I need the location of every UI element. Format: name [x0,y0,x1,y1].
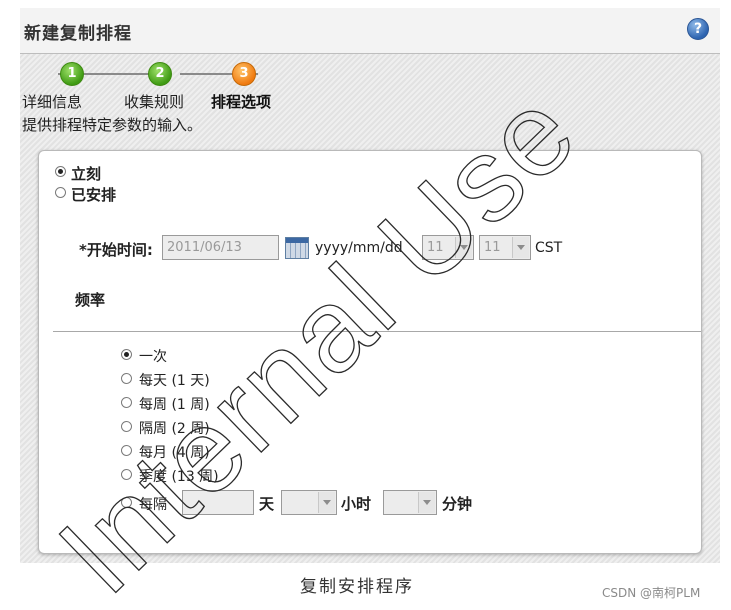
custom-days-input[interactable] [182,490,254,515]
frequency-option-label: 每天 (1 天) [139,373,210,389]
hour-select[interactable]: 11 [422,235,474,260]
frequency-custom-radio[interactable] [121,497,132,508]
chevron-down-icon [418,492,435,513]
custom-hours-select[interactable] [281,490,337,515]
scheduled-label: 已安排 [71,186,117,204]
start-time-label: *开始时间: [79,241,153,259]
minute-select[interactable]: 11 [479,235,531,260]
schedule-dialog: 新建复制排程 ? 1 2 3 详细信息 收集规则 排程选项 提供排程特定参数的输… [20,8,720,563]
schedule-options-panel: 立刻 已安排 *开始时间: 2011/06/13 yyyy/mm/dd 11 1… [38,150,702,554]
days-unit-label: 天 [259,495,275,513]
step-2-circle-icon[interactable]: 2 [148,62,172,86]
chevron-down-icon [455,237,472,258]
frequency-heading: 频率 [75,291,106,309]
step-3-circle-icon[interactable]: 3 [232,62,256,86]
step-instruction: 提供排程特定参数的输入。 [22,116,203,134]
chevron-down-icon [512,237,529,258]
frequency-quarterly-radio[interactable] [121,469,132,480]
frequency-option-label: 季度 (13 周) [139,469,219,485]
frequency-option-label: 一次 [139,349,167,365]
custom-minutes-select[interactable] [383,490,437,515]
hours-unit-label: 小时 [341,495,372,513]
calendar-icon[interactable] [285,237,309,259]
frequency-option-label: 每月 (4 周) [139,445,210,461]
help-icon[interactable]: ? [687,18,709,40]
dialog-title: 新建复制排程 [24,24,132,44]
frequency-divider [53,331,701,332]
frequency-option-label: 隔周 (2 周) [139,421,210,437]
wizard-steps: 1 2 3 详细信息 收集规则 排程选项 提供排程特定参数的输入。 [20,54,720,138]
dialog-titlebar: 新建复制排程 ? [20,8,720,54]
frequency-once-radio[interactable] [121,349,132,360]
source-credit: CSDN @南柯PLM [602,586,701,600]
frequency-daily-radio[interactable] [121,373,132,384]
frequency-biweekly-radio[interactable] [121,421,132,432]
minute-value: 11 [484,240,501,255]
figure-caption: 复制安排程序 [300,577,414,597]
custom-interval-label: 每隔 [139,497,167,513]
scheduled-radio[interactable] [55,187,66,198]
step-collection-rules-label[interactable]: 收集规则 [124,91,184,112]
date-format-hint: yyyy/mm/dd [315,240,403,256]
frequency-weekly-radio[interactable] [121,397,132,408]
step-details-label[interactable]: 详细信息 [22,91,82,112]
immediate-label: 立刻 [71,165,102,183]
step-1-circle-icon[interactable]: 1 [60,62,84,86]
frequency-monthly-radio[interactable] [121,445,132,456]
step-schedule-options-label[interactable]: 排程选项 [211,91,271,112]
start-date-input[interactable]: 2011/06/13 [162,235,279,260]
frequency-option-label: 每周 (1 周) [139,397,210,413]
immediate-radio[interactable] [55,166,66,177]
minutes-unit-label: 分钟 [442,495,473,513]
timezone-label: CST [535,240,563,256]
hour-value: 11 [427,240,444,255]
chevron-down-icon [318,492,335,513]
